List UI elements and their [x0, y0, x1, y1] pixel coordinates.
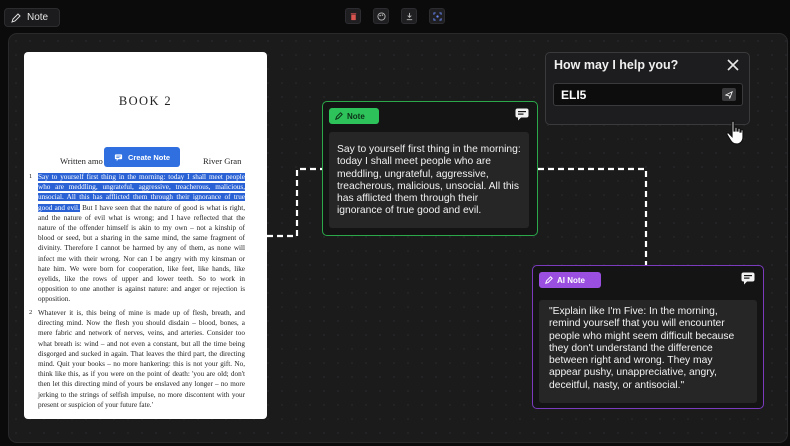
download-icon — [406, 12, 412, 20]
chat-icon[interactable] — [741, 272, 755, 285]
chat-icon[interactable] — [515, 108, 529, 121]
note-card[interactable]: Note Say to yourself first thing in the … — [322, 101, 538, 236]
close-icon[interactable] — [727, 59, 739, 71]
help-popup: How may I help you? ELI5 — [545, 52, 750, 125]
pencil-icon — [335, 112, 343, 120]
comment-icon — [114, 153, 123, 161]
help-title: How may I help you? — [554, 58, 679, 72]
delete-button[interactable] — [345, 8, 361, 24]
paragraph-number: 1 — [29, 173, 33, 180]
paragraph-2[interactable]: 2 Whatever it is, this being of mine is … — [29, 308, 245, 410]
note-tab-label: Note — [27, 12, 49, 23]
workspace-canvas[interactable]: BOOK 2 Written amo River Gran Create Not… — [8, 33, 788, 443]
prompt-input[interactable]: ELI5 — [553, 83, 743, 106]
prompt-input-value: ELI5 — [561, 88, 587, 102]
download-button[interactable] — [401, 8, 417, 24]
send-button[interactable] — [722, 88, 736, 101]
byline-right: River Gran — [203, 156, 242, 166]
send-icon — [725, 90, 733, 99]
focus-button[interactable] — [429, 8, 445, 24]
focus-icon — [432, 11, 442, 21]
book-title: BOOK 2 — [118, 94, 173, 108]
paragraph-1[interactable]: 1 Say to yourself first thing in the mor… — [29, 172, 245, 305]
top-toolbar: Note — [0, 0, 790, 34]
note-badge-label: Note — [347, 111, 365, 121]
note-badge: Note — [329, 108, 379, 124]
ai-note-text: "Explain like I'm Five: In the morning, … — [539, 300, 757, 403]
paragraph-text: But I have seen that the nature of good … — [38, 203, 245, 304]
paragraph-number: 2 — [29, 309, 33, 316]
pencil-icon — [11, 12, 21, 23]
note-text: Say to yourself first thing in the morni… — [329, 132, 529, 228]
create-note-label: Create Note — [127, 152, 171, 162]
ai-note-card[interactable]: AI Note "Explain like I'm Five: In the m… — [532, 265, 764, 409]
pencil-icon — [545, 276, 553, 284]
paragraph-text: Whatever it is, this being of mine is ma… — [38, 309, 245, 409]
palette-icon — [376, 11, 386, 21]
ai-note-badge: AI Note — [539, 272, 601, 288]
palette-button[interactable] — [373, 8, 389, 24]
note-tab[interactable]: Note — [4, 8, 60, 27]
create-note-button[interactable]: Create Note — [104, 147, 180, 167]
hand-cursor-icon — [726, 120, 744, 145]
book-page[interactable]: BOOK 2 Written amo River Gran Create Not… — [24, 52, 267, 419]
byline-left: Written amo — [60, 156, 103, 166]
ai-note-badge-label: AI Note — [557, 275, 585, 285]
delete-icon — [350, 12, 356, 20]
